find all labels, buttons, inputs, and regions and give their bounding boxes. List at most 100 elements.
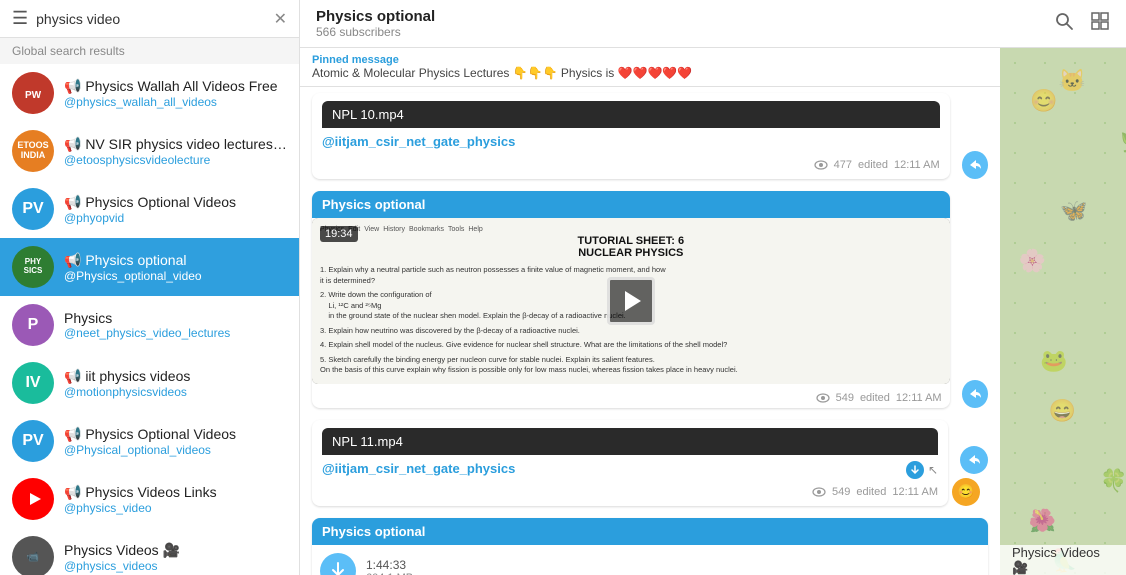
contact-handle: @motionphysicsvideos	[64, 385, 190, 399]
npl-filename: NPL 10.mp4	[322, 101, 940, 128]
chat-body: Pinned message Atomic & Molecular Physic…	[300, 48, 1126, 575]
contact-info: 📢 Physics Optional Videos @Physical_opti…	[64, 426, 236, 457]
avatar: P	[12, 304, 54, 346]
message-row: NPL 11.mp4 @iitjam_csir_net_gate_physics…	[312, 420, 988, 506]
eye-icon	[812, 487, 826, 497]
contact-name: 📢 Physics Wallah All Videos Free	[64, 78, 278, 95]
edited-label: edited	[860, 392, 890, 404]
download-indicator	[906, 461, 924, 479]
download-icon[interactable]	[320, 553, 356, 575]
layout-icon[interactable]	[1090, 11, 1110, 36]
download-info: 1:44:33 604.1 MB	[366, 558, 413, 575]
pinned-content: Atomic & Molecular Physics Lectures 👇👇👇 …	[312, 66, 988, 80]
avatar: PHYSICS	[12, 246, 54, 288]
contact-name: 📢 Physics Optional Videos	[64, 426, 236, 443]
wallpaper-emoji: 🦋	[1060, 198, 1087, 224]
contact-info: 📢 iit physics videos @motionphysicsvideo…	[64, 368, 190, 399]
search-clear-icon[interactable]: ✕	[274, 9, 287, 29]
video-sender: Physics optional	[312, 191, 950, 218]
contact-item[interactable]: IV 📢 iit physics videos @motionphysicsvi…	[0, 354, 299, 412]
message-bubble: NPL 11.mp4 @iitjam_csir_net_gate_physics…	[312, 420, 948, 506]
timestamp: 12:11 AM	[896, 392, 942, 404]
contact-item[interactable]: 📹 Physics Videos 🎥 @physics_videos	[0, 528, 299, 575]
edited-label: edited	[856, 486, 886, 498]
video-duration: 19:34	[320, 226, 358, 242]
forward-button[interactable]	[960, 446, 988, 474]
message-sender: @iitjam_csir_net_gate_physics	[322, 461, 515, 476]
svg-text:PW: PW	[25, 90, 42, 101]
wallpaper-emoji: 🐱	[1059, 68, 1086, 94]
contact-item[interactable]: PV 📢 Physics Optional Videos @phyopvid	[0, 180, 299, 238]
pinned-message[interactable]: Pinned message Atomic & Molecular Physic…	[300, 48, 1000, 87]
play-button[interactable]	[607, 277, 655, 325]
wallpaper-pattern	[1000, 48, 1126, 575]
contact-item-active[interactable]: PHYSICS 📢 Physics optional @Physics_opti…	[0, 238, 299, 296]
wallpaper-emoji: 🌸	[1019, 248, 1046, 274]
message-meta: 549 edited 12:11 AM	[312, 388, 950, 408]
physics-videos-label: Physics Videos 🎥	[1012, 545, 1114, 575]
contact-info: 📢 NV SIR physics video lectures 🔥 😂 @eto…	[64, 136, 287, 167]
chat-title: Physics optional	[316, 8, 435, 25]
message-container: Physics optional 1:44:33 604.1 MB	[300, 512, 1000, 575]
npl-filename: NPL 11.mp4	[322, 428, 938, 455]
contact-name: 📢 iit physics videos	[64, 368, 190, 385]
contact-info: 📢 Physics Optional Videos @phyopvid	[64, 194, 236, 225]
view-count: 549	[832, 486, 850, 498]
message-container: Physics optional PhysicsEditViewHistoryB…	[300, 185, 1000, 414]
view-count: 477	[834, 159, 852, 171]
edited-label: edited	[858, 159, 888, 171]
hamburger-icon[interactable]: ☰	[12, 8, 28, 29]
message-meta: 477 edited 12:11 AM	[322, 159, 940, 171]
forward-button[interactable]	[962, 380, 988, 408]
view-count: 549	[836, 392, 854, 404]
contact-info: 📢 Physics optional @Physics_optional_vid…	[64, 252, 202, 283]
search-input[interactable]	[36, 11, 265, 27]
contact-item[interactable]: PV 📢 Physics Optional Videos @Physical_o…	[0, 412, 299, 470]
message-meta: 549 edited 12:11 AM	[322, 486, 938, 498]
header-icons	[1054, 11, 1110, 36]
message-row: NPL 10.mp4 @iitjam_csir_net_gate_physics…	[312, 93, 988, 179]
search-bar: ☰ ✕	[0, 0, 299, 38]
chat-subtitle: 566 subscribers	[316, 25, 435, 39]
search-icon[interactable]	[1054, 11, 1074, 36]
contact-handle: @physics_video	[64, 501, 217, 515]
avatar: ETOOSINDIA	[12, 130, 54, 172]
message-container: NPL 11.mp4 @iitjam_csir_net_gate_physics…	[300, 414, 1000, 512]
contact-name: 📢 Physics Optional Videos	[64, 194, 236, 211]
contact-item[interactable]: ETOOSINDIA 📢 NV SIR physics video lectur…	[0, 122, 299, 180]
messages-area: Pinned message Atomic & Molecular Physic…	[300, 48, 1000, 575]
avatar: PV	[12, 188, 54, 230]
download-sender: Physics optional	[312, 518, 988, 545]
contact-item[interactable]: P Physics @neet_physics_video_lectures	[0, 296, 299, 354]
left-panel: ☰ ✕ Global search results PW 📢 Physics W…	[0, 0, 300, 575]
video-container[interactable]: PhysicsEditViewHistoryBookmarksToolsHelp…	[312, 218, 950, 384]
contact-name: 📢 NV SIR physics video lectures 🔥 😂	[64, 136, 287, 153]
download-time: 1:44:33	[366, 558, 413, 572]
avatar: PW	[12, 72, 54, 114]
bottom-status: Physics Videos 🎥	[1000, 545, 1126, 575]
avatar: 📹	[12, 536, 54, 575]
contact-name: 📢 Physics Videos Links	[64, 484, 217, 501]
avatar	[12, 478, 54, 520]
eye-icon	[816, 393, 830, 403]
timestamp: 12:11 AM	[894, 159, 940, 171]
right-panel: Physics optional 566 subscribers	[300, 0, 1126, 575]
message-bubble: NPL 10.mp4 @iitjam_csir_net_gate_physics…	[312, 93, 950, 179]
wallpaper-emoji: 😄	[1049, 398, 1076, 424]
contact-item[interactable]: 📢 Physics Videos Links @physics_video	[0, 470, 299, 528]
contact-handle: @physics_videos	[64, 559, 180, 573]
chat-title-group: Physics optional 566 subscribers	[316, 8, 435, 39]
contact-name: Physics	[64, 310, 230, 326]
avatar: IV	[12, 362, 54, 404]
contact-name: 📢 Physics optional	[64, 252, 202, 269]
contact-handle: @Physics_optional_video	[64, 269, 202, 283]
chat-header: Physics optional 566 subscribers	[300, 0, 1126, 48]
message-bubble-download: Physics optional 1:44:33 604.1 MB	[312, 518, 988, 575]
contact-list: PW 📢 Physics Wallah All Videos Free @phy…	[0, 64, 299, 575]
forward-button[interactable]	[962, 151, 988, 179]
pinned-label: Pinned message	[312, 54, 988, 66]
contact-item[interactable]: PW 📢 Physics Wallah All Videos Free @phy…	[0, 64, 299, 122]
wallpaper-emoji: 😊	[1030, 88, 1057, 114]
global-search-label: Global search results	[0, 38, 299, 64]
wallpaper-emoji: 🌿	[1120, 128, 1126, 154]
